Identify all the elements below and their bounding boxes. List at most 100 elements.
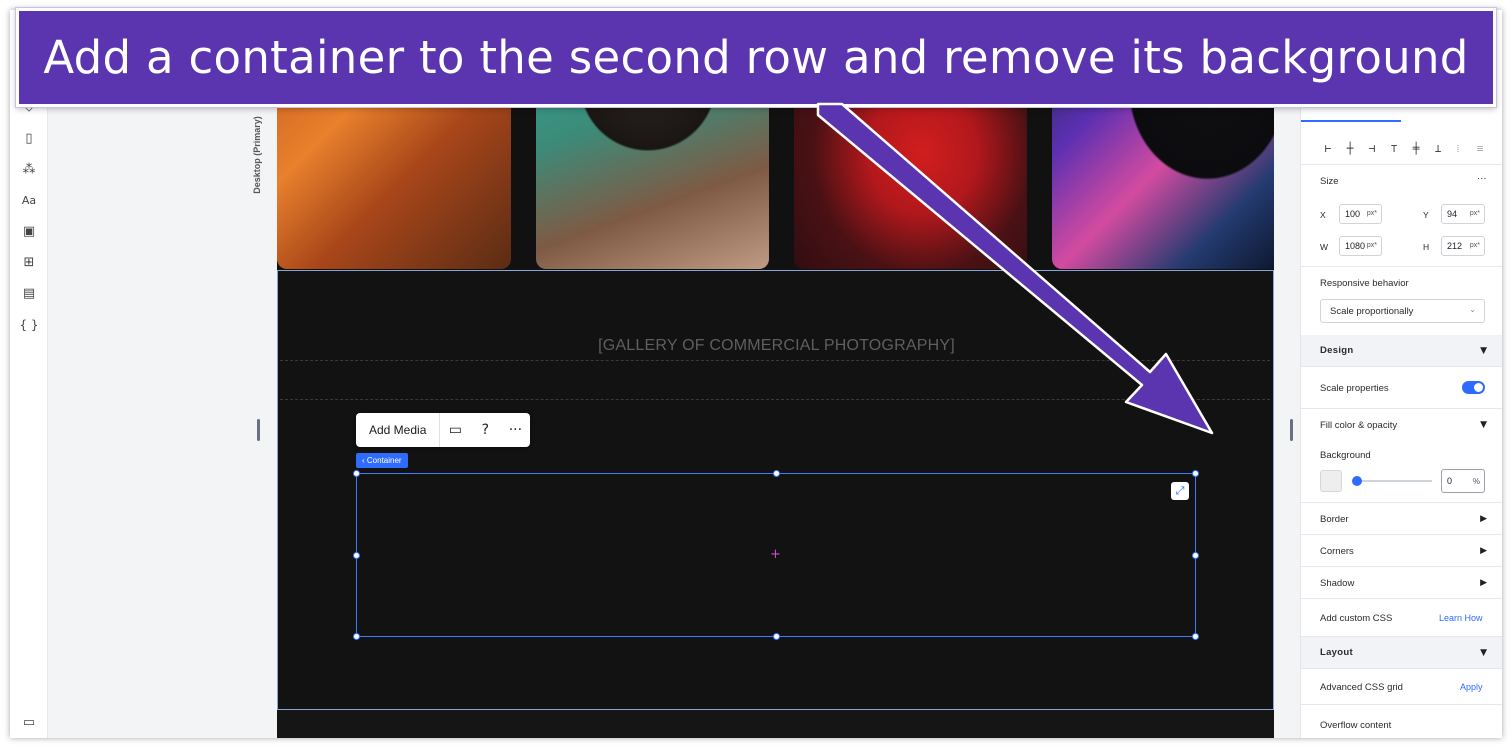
corners-label: Corners <box>1320 546 1354 557</box>
help-icon[interactable]: ? <box>470 413 500 447</box>
divider <box>1301 266 1502 267</box>
align-center-h-icon[interactable]: ┼ <box>1343 142 1357 156</box>
distribute-v-icon[interactable]: ≡ <box>1473 142 1487 156</box>
pages-icon[interactable]: ▯ <box>19 128 39 148</box>
left-toolbar: ◇ ▯ ⁂ Aa ▣ ⊞ ▤ { } ▭ <box>10 10 48 738</box>
align-bottom-icon[interactable]: ⊥ <box>1431 142 1445 156</box>
y-unit: px* <box>1469 210 1480 217</box>
apply-link[interactable]: Apply <box>1460 682 1483 692</box>
inspector-panel: ⊢ ┼ ⊣ ⊤ ╪ ⊥ ⁞ ≡ Size ··· X 100 px* Y 94 px… <box>1300 10 1502 738</box>
chevron-down-icon: ⌄ <box>1469 305 1476 314</box>
panel-tab-active-indicator <box>1301 120 1401 122</box>
shadow-label: Shadow <box>1320 578 1355 589</box>
background-color-swatch[interactable] <box>1320 470 1342 492</box>
shadow-row[interactable]: Shadow ▶ <box>1301 567 1502 599</box>
h-value: 212 <box>1447 241 1463 251</box>
media-icon[interactable]: ▣ <box>19 221 39 241</box>
apps-icon[interactable]: ⊞ <box>19 252 39 272</box>
y-value: 94 <box>1447 209 1458 219</box>
distribute-h-icon[interactable]: ⁞ <box>1451 142 1465 156</box>
opacity-input[interactable]: 0% <box>1441 469 1485 493</box>
border-label: Border <box>1320 514 1349 525</box>
layout-section-header[interactable]: Layout ▼ <box>1301 637 1502 669</box>
editor-window: ◇ ▯ ⁂ Aa ▣ ⊞ ▤ { } ▭ Desktop (Primary) [… <box>10 10 1502 738</box>
w-input[interactable]: 1080 px* <box>1339 236 1382 256</box>
caret-down-icon: ▼ <box>1480 648 1487 658</box>
responsive-behavior-value: Scale proportionally <box>1330 306 1414 317</box>
css-grid-label: Advanced CSS grid <box>1320 682 1403 693</box>
responsive-behavior-title: Responsive behavior <box>1320 278 1409 289</box>
align-middle-v-icon[interactable]: ╪ <box>1409 142 1423 156</box>
opacity-slider-thumb[interactable] <box>1352 476 1362 486</box>
resize-handle-bottom[interactable] <box>773 633 780 640</box>
text-theme-icon[interactable]: Aa <box>19 190 39 210</box>
opacity-slider-track[interactable] <box>1356 480 1432 482</box>
y-label: Y <box>1423 210 1429 220</box>
x-input[interactable]: 100 px* <box>1339 204 1382 224</box>
container-breadcrumb-tag[interactable]: ‹ Container <box>356 453 408 468</box>
code-icon[interactable]: { } <box>19 315 39 335</box>
resize-handle-left[interactable] <box>353 552 360 559</box>
y-input[interactable]: 94 px* <box>1441 204 1485 224</box>
canvas-resize-handle-left[interactable] <box>257 419 260 441</box>
caret-right-icon: ▶ <box>1480 578 1487 588</box>
resize-handle-bottom-left[interactable] <box>353 633 360 640</box>
comment-icon[interactable]: ▭ <box>440 413 470 447</box>
design-title: Design <box>1320 345 1354 356</box>
breakpoint-label-text: Desktop (Primary) <box>251 116 262 194</box>
add-media-button[interactable]: Add Media <box>356 413 441 447</box>
design-section-header[interactable]: Design ▼ <box>1301 335 1502 367</box>
floating-toolbar: Add Media ▭ ? ··· <box>356 413 531 447</box>
components-icon[interactable]: ⁂ <box>19 159 39 179</box>
w-value: 1080 <box>1345 241 1366 251</box>
align-right-icon[interactable]: ⊣ <box>1365 142 1379 156</box>
workspace-gutter-right <box>1274 10 1300 738</box>
scale-properties-row: Scale properties <box>1301 367 1502 409</box>
site-canvas: [GALLERY OF COMMERCIAL PHOTOGRAPHY] Add … <box>277 10 1274 738</box>
opacity-unit: % <box>1472 477 1480 486</box>
resize-handle-top-left[interactable] <box>353 470 360 477</box>
divider <box>1301 164 1502 165</box>
h-input[interactable]: 212 px* <box>1441 236 1485 256</box>
corners-row[interactable]: Corners ▶ <box>1301 535 1502 567</box>
x-value: 100 <box>1345 209 1361 219</box>
x-label: X <box>1320 210 1326 220</box>
h-label: H <box>1423 242 1430 252</box>
caret-right-icon: ▶ <box>1480 546 1487 556</box>
custom-css-label: Add custom CSS <box>1320 613 1393 624</box>
row-divider <box>280 399 1270 400</box>
next-section[interactable] <box>277 710 1274 738</box>
scale-properties-toggle[interactable] <box>1462 381 1485 394</box>
gallery-section[interactable]: [GALLERY OF COMMERCIAL PHOTOGRAPHY] Add … <box>277 270 1274 710</box>
fill-color-opacity-label[interactable]: Fill color & opacity <box>1320 420 1397 431</box>
selected-container[interactable]: ⤢ + <box>353 470 1199 640</box>
instruction-banner: Add a container to the second row and re… <box>16 8 1496 107</box>
instruction-banner-text: Add a container to the second row and re… <box>43 31 1469 84</box>
cms-table-icon[interactable]: ▤ <box>19 283 39 303</box>
caret-right-icon: ▶ <box>1480 514 1487 524</box>
workspace-gutter-left <box>48 10 277 738</box>
gallery-title[interactable]: [GALLERY OF COMMERCIAL PHOTOGRAPHY] <box>278 337 1274 355</box>
more-icon[interactable]: ··· <box>500 413 530 447</box>
caret-down-icon[interactable]: ▼ <box>1480 420 1487 430</box>
h-unit: px* <box>1469 242 1480 249</box>
resize-handle-top-right[interactable] <box>1192 470 1199 477</box>
border-row[interactable]: Border ▶ <box>1301 503 1502 535</box>
resize-handle-top[interactable] <box>773 470 780 477</box>
breakpoint-label: Desktop (Primary) <box>252 110 274 210</box>
size-more-icon[interactable]: ··· <box>1477 173 1487 184</box>
stretch-icon[interactable]: ⤢ <box>1171 482 1189 500</box>
responsive-behavior-select[interactable]: Scale proportionally ⌄ <box>1320 299 1485 323</box>
align-top-icon[interactable]: ⊤ <box>1387 142 1401 156</box>
opacity-value: 0 <box>1447 476 1453 486</box>
chat-icon[interactable]: ▭ <box>19 712 39 732</box>
canvas-resize-handle-right[interactable] <box>1290 419 1293 441</box>
resize-handle-right[interactable] <box>1192 552 1199 559</box>
layout-title: Layout <box>1320 647 1353 658</box>
resize-handle-bottom-right[interactable] <box>1192 633 1199 640</box>
background-label: Background <box>1320 450 1371 461</box>
w-unit: px* <box>1366 242 1377 249</box>
align-left-icon[interactable]: ⊢ <box>1321 142 1335 156</box>
overflow-content-label[interactable]: Overflow content <box>1320 720 1391 731</box>
learn-how-link[interactable]: Learn How <box>1439 613 1483 623</box>
